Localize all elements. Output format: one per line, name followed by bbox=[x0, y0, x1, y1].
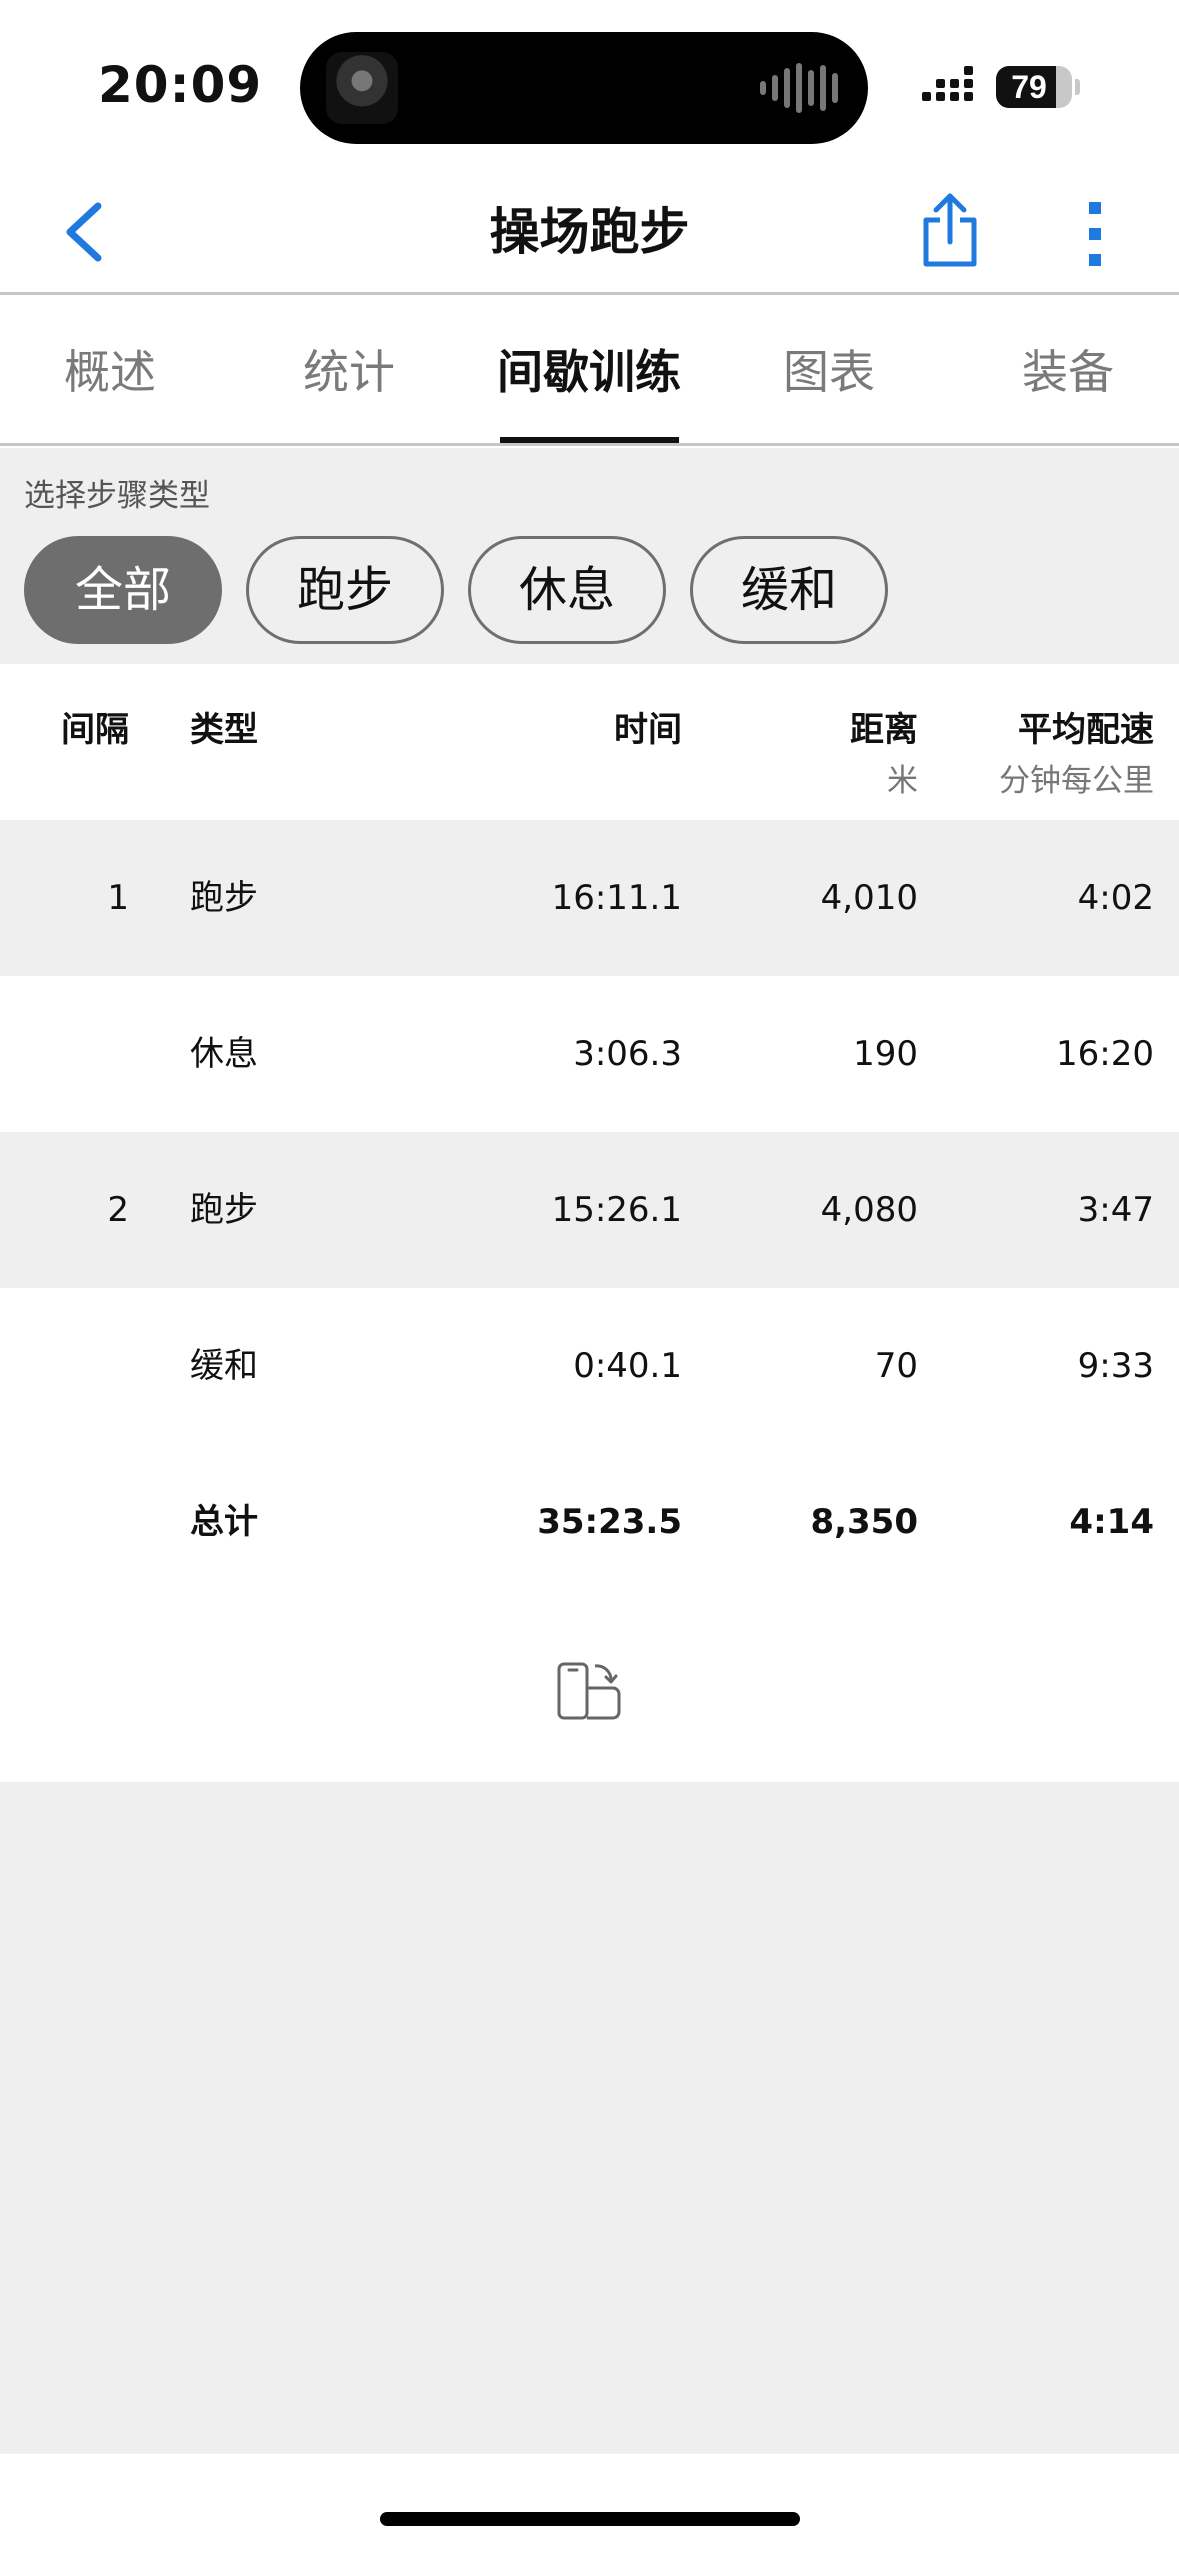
total-label: 总计 bbox=[190, 1502, 258, 1542]
header-pace-unit: 分钟每公里 bbox=[999, 763, 1154, 799]
row-interval: 1 bbox=[107, 878, 129, 918]
chip-run[interactable]: 跑步 bbox=[246, 536, 444, 644]
header-distance: 距离 米 bbox=[850, 702, 918, 800]
row-distance: 70 bbox=[874, 1346, 918, 1386]
row-time: 0:40.1 bbox=[573, 1346, 682, 1386]
table-row[interactable]: 休息 3:06.3 190 16:20 bbox=[0, 976, 1179, 1132]
header-type: 类型 bbox=[190, 710, 258, 750]
chip-rest[interactable]: 休息 bbox=[468, 536, 666, 644]
row-type: 跑步 bbox=[190, 1190, 258, 1230]
tab-statistics[interactable]: 统计 bbox=[229, 298, 469, 443]
row-type: 缓和 bbox=[190, 1346, 258, 1386]
status-bar: 20:09 79 bbox=[0, 0, 1179, 170]
intervals-table: 间隔 类型 时间 距离 米 平均配速 分钟每公里 1 跑步 16:11.1 4,… bbox=[0, 664, 1179, 1600]
tab-gear[interactable]: 装备 bbox=[948, 298, 1179, 443]
row-interval: 2 bbox=[107, 1190, 129, 1230]
total-distance: 8,350 bbox=[810, 1502, 918, 1542]
active-tab-indicator bbox=[500, 437, 679, 443]
rotate-device-icon[interactable] bbox=[555, 1660, 625, 1724]
header-distance-label: 距离 bbox=[850, 710, 918, 750]
cellular-signal-icon bbox=[922, 66, 973, 101]
navigation-bar: 操场跑步 bbox=[0, 170, 1179, 295]
chip-cooldown[interactable]: 缓和 bbox=[690, 536, 888, 644]
row-pace: 3:47 bbox=[1077, 1190, 1154, 1230]
row-time: 15:26.1 bbox=[551, 1190, 682, 1230]
tab-charts[interactable]: 图表 bbox=[709, 298, 949, 443]
header-time: 时间 bbox=[614, 710, 682, 750]
table-header: 间隔 类型 时间 距离 米 平均配速 分钟每公里 bbox=[0, 664, 1179, 820]
home-indicator[interactable] bbox=[380, 2512, 800, 2526]
dynamic-island[interactable] bbox=[300, 32, 868, 144]
tab-overview[interactable]: 概述 bbox=[0, 298, 230, 443]
audio-waveform-icon bbox=[760, 60, 838, 116]
row-distance: 4,010 bbox=[820, 878, 918, 918]
more-vertical-icon[interactable] bbox=[1078, 198, 1112, 270]
row-pace: 9:33 bbox=[1077, 1346, 1154, 1386]
battery-icon: 79 bbox=[996, 66, 1080, 108]
header-distance-unit: 米 bbox=[887, 763, 918, 799]
status-time: 20:09 bbox=[98, 56, 263, 114]
header-pace: 平均配速 分钟每公里 bbox=[999, 702, 1154, 800]
header-pace-label: 平均配速 bbox=[1018, 710, 1154, 750]
row-type: 跑步 bbox=[190, 878, 258, 918]
row-type: 休息 bbox=[190, 1034, 258, 1074]
row-time: 16:11.1 bbox=[551, 878, 682, 918]
table-row[interactable]: 2 跑步 15:26.1 4,080 3:47 bbox=[0, 1132, 1179, 1288]
row-distance: 4,080 bbox=[820, 1190, 918, 1230]
row-time: 3:06.3 bbox=[573, 1034, 682, 1074]
chip-all[interactable]: 全部 bbox=[24, 536, 222, 644]
tab-bar: 概述 统计 间歇训练 图表 装备 bbox=[0, 298, 1179, 446]
table-row[interactable]: 1 跑步 16:11.1 4,010 4:02 bbox=[0, 820, 1179, 976]
row-pace: 16:20 bbox=[1056, 1034, 1154, 1074]
page-title: 操场跑步 bbox=[489, 203, 690, 261]
table-total-row: 总计 35:23.5 8,350 4:14 bbox=[0, 1444, 1179, 1600]
empty-area bbox=[0, 1782, 1179, 2454]
filter-label: 选择步骤类型 bbox=[24, 478, 210, 514]
battery-percentage: 79 bbox=[1011, 69, 1047, 105]
header-interval: 间隔 bbox=[61, 710, 129, 750]
table-row[interactable]: 缓和 0:40.1 70 9:33 bbox=[0, 1288, 1179, 1444]
step-type-filter: 选择步骤类型 全部 跑步 休息 缓和 bbox=[0, 448, 1179, 664]
row-distance: 190 bbox=[853, 1034, 918, 1074]
total-time: 35:23.5 bbox=[537, 1502, 682, 1542]
share-icon[interactable] bbox=[918, 190, 982, 270]
row-pace: 4:02 bbox=[1077, 878, 1154, 918]
tab-intervals[interactable]: 间歇训练 bbox=[469, 298, 709, 443]
now-playing-artwork bbox=[326, 52, 398, 124]
total-pace: 4:14 bbox=[1069, 1502, 1154, 1542]
